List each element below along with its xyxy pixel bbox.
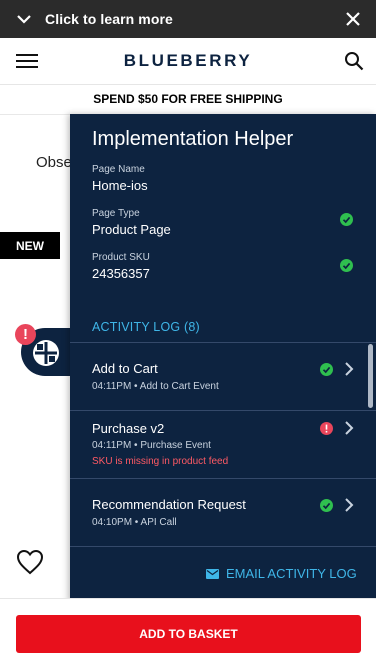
field-label-page-name: Page Name — [92, 164, 145, 175]
chevron-right-icon[interactable] — [344, 498, 354, 512]
chevron-down-icon[interactable] — [15, 10, 33, 28]
basket-bar: ADD TO BASKET — [0, 598, 376, 669]
email-activity-log-label: EMAIL ACTIVITY LOG — [226, 566, 357, 581]
email-activity-log-button[interactable]: EMAIL ACTIVITY LOG — [206, 566, 357, 581]
log-item-error: SKU is missing in product feed — [92, 456, 229, 467]
envelope-icon — [206, 568, 219, 579]
log-item-meta: 04:10PM • API Call — [92, 517, 177, 528]
log-item-recommendation-request[interactable]: Recommendation Request 04:10PM • API Cal… — [70, 478, 376, 546]
activity-log-scrollbar[interactable] — [368, 344, 373, 408]
panel-title: Implementation Helper — [92, 128, 294, 150]
log-item-name: Purchase v2 — [92, 421, 165, 436]
learn-more-banner[interactable]: Click to learn more — [0, 0, 376, 38]
log-item-meta: 04:11PM • Add to Cart Event — [92, 381, 219, 392]
log-item-purchase-v2[interactable]: Purchase v2 04:11PM • Purchase Event SKU… — [70, 410, 376, 479]
field-value-page-type: Product Page — [92, 222, 171, 237]
log-item-name: Add to Cart — [92, 361, 158, 376]
error-circle-icon — [320, 422, 333, 435]
log-item-name: Recommendation Request — [92, 497, 246, 512]
activity-log-heading: ACTIVITY LOG (8) — [92, 320, 200, 334]
log-item-add-to-cart[interactable]: Add to Cart 04:11PM • Add to Cart Event — [70, 342, 376, 411]
brand-logo[interactable]: BLUEBERRY — [0, 51, 376, 71]
search-icon[interactable] — [344, 51, 364, 71]
chevron-right-icon[interactable] — [344, 362, 354, 376]
field-value-page-name: Home-ios — [92, 178, 148, 193]
activity-log-list[interactable]: Add to Cart 04:11PM • Add to Cart Event … — [70, 342, 376, 546]
promo-bar: SPEND $50 FOR FREE SHIPPING — [0, 84, 376, 115]
close-icon[interactable] — [344, 10, 362, 28]
wishlist-heart-icon[interactable] — [16, 549, 44, 575]
promo-text: SPEND $50 FOR FREE SHIPPING — [93, 92, 283, 106]
log-item-meta: 04:11PM • Purchase Event — [92, 440, 211, 451]
new-badge: NEW — [0, 232, 60, 259]
alert-badge-icon: ! — [15, 324, 36, 345]
check-circle-icon — [320, 499, 333, 512]
field-value-product-sku: 24356357 — [92, 266, 150, 281]
learn-more-label[interactable]: Click to learn more — [45, 11, 173, 27]
field-label-page-type: Page Type — [92, 208, 140, 219]
panel-divider — [70, 546, 376, 547]
site-header: BLUEBERRY — [0, 38, 376, 85]
check-circle-icon — [320, 363, 333, 376]
helper-logo-icon — [33, 340, 59, 366]
implementation-helper-panel: Implementation Helper Page Name Home-ios… — [70, 114, 376, 602]
check-circle-icon — [340, 259, 353, 272]
product-title: Obse — [36, 154, 72, 171]
add-to-basket-button[interactable]: ADD TO BASKET — [16, 615, 361, 653]
chevron-right-icon[interactable] — [344, 421, 354, 435]
check-circle-icon — [340, 213, 353, 226]
field-label-product-sku: Product SKU — [92, 252, 150, 263]
helper-launcher-button[interactable]: ! — [15, 324, 75, 376]
